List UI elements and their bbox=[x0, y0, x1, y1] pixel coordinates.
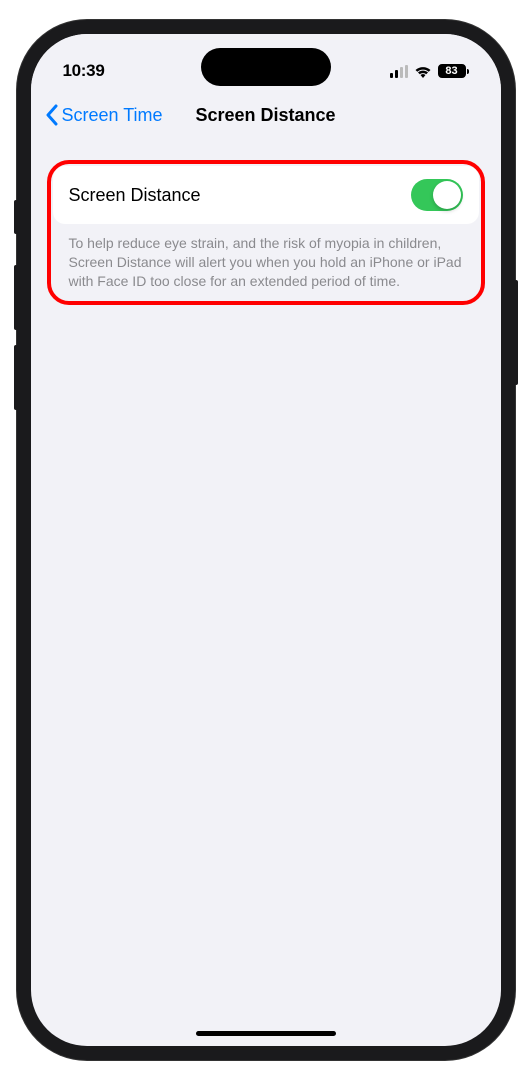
back-label: Screen Time bbox=[62, 105, 163, 126]
battery-percentage: 83 bbox=[445, 65, 457, 77]
phone-screen: 10:39 83 bbox=[31, 34, 501, 1046]
power-button bbox=[514, 280, 518, 385]
dynamic-island bbox=[201, 48, 331, 86]
volume-up-button bbox=[14, 265, 18, 330]
page-title: Screen Distance bbox=[195, 105, 335, 126]
status-time: 10:39 bbox=[63, 61, 105, 81]
screen-distance-toggle[interactable] bbox=[411, 179, 463, 211]
home-indicator[interactable] bbox=[196, 1031, 336, 1036]
back-button[interactable]: Screen Time bbox=[45, 104, 163, 126]
navigation-bar: Screen Time Screen Distance bbox=[31, 90, 501, 140]
toggle-knob bbox=[433, 181, 461, 209]
chevron-left-icon bbox=[45, 104, 58, 126]
battery-icon: 83 bbox=[438, 64, 469, 78]
silence-switch bbox=[14, 200, 18, 234]
screen-distance-label: Screen Distance bbox=[69, 185, 201, 206]
cellular-signal-icon bbox=[390, 65, 408, 78]
status-icons: 83 bbox=[390, 64, 469, 78]
phone-frame: 10:39 83 bbox=[17, 20, 515, 1060]
annotation-highlight: Screen Distance To help reduce eye strai… bbox=[47, 160, 485, 305]
volume-down-button bbox=[14, 345, 18, 410]
screen-distance-description: To help reduce eye strain, and the risk … bbox=[53, 224, 479, 295]
content-area: Screen Distance To help reduce eye strai… bbox=[31, 140, 501, 325]
wifi-icon bbox=[414, 65, 432, 78]
screen-distance-row: Screen Distance bbox=[53, 166, 479, 224]
